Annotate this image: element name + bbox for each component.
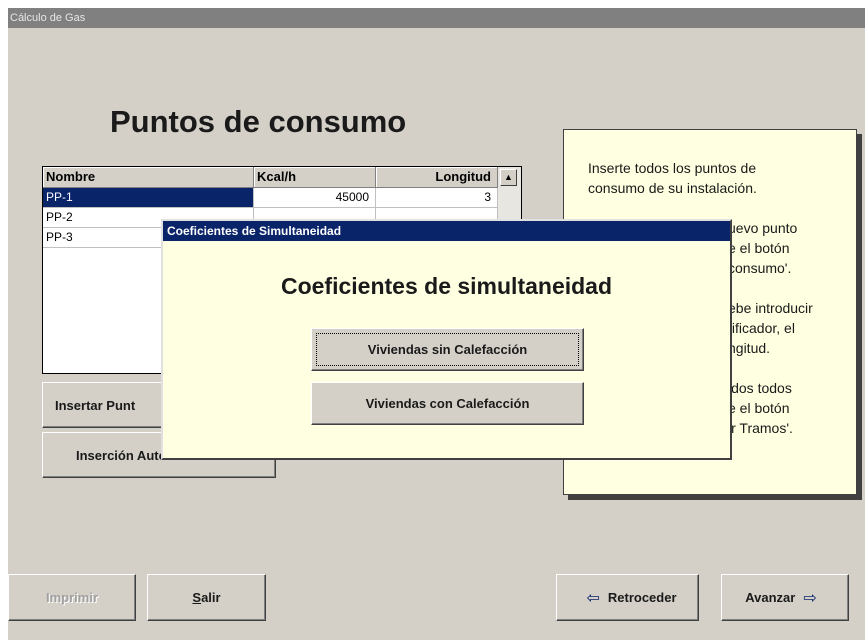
simultaneity-dialog: Coeficientes de Simultaneidad Coeficient… bbox=[161, 219, 732, 460]
viviendas-con-calefaccion-button[interactable]: Viviendas con Calefacción bbox=[311, 382, 584, 425]
app-window: Cálculo de Gas Puntos de consumo Nombre … bbox=[8, 8, 865, 640]
window-title: Cálculo de Gas bbox=[8, 8, 865, 28]
arrow-right-icon: ⇨ bbox=[803, 589, 817, 607]
back-button[interactable]: ⇦ Retroceder bbox=[556, 574, 699, 621]
arrow-up-icon[interactable]: ▲ bbox=[500, 169, 517, 186]
print-label: Imprimir bbox=[45, 590, 98, 605]
column-header-kcal[interactable]: Kcal/h bbox=[254, 167, 376, 188]
column-header-longitud[interactable]: Longitud bbox=[376, 167, 498, 188]
dialog-title: Coeficientes de Simultaneidad bbox=[163, 221, 730, 241]
column-header-nombre[interactable]: Nombre bbox=[43, 167, 254, 188]
page-title: Puntos de consumo bbox=[110, 104, 407, 139]
dialog-heading: Coeficientes de simultaneidad bbox=[280, 273, 613, 299]
exit-label: Salir bbox=[192, 590, 221, 605]
table-header: Nombre Kcal/h Longitud bbox=[43, 167, 498, 188]
insert-point-label: Insertar Punt bbox=[55, 397, 136, 413]
back-label: Retroceder bbox=[607, 590, 677, 605]
next-label: Avanzar bbox=[745, 590, 796, 605]
next-button[interactable]: Avanzar ⇨ bbox=[721, 574, 849, 621]
help-line: consumo de su instalación. bbox=[588, 180, 757, 196]
arrow-left-icon: ⇦ bbox=[586, 589, 600, 607]
viviendas-sin-calefaccion-label: Viviendas sin Calefacción bbox=[367, 342, 528, 357]
viviendas-con-calefaccion-label: Viviendas con Calefacción bbox=[365, 396, 530, 411]
help-line: Inserte todos los puntos de bbox=[588, 160, 757, 176]
cell-longitud[interactable]: 3 bbox=[376, 188, 498, 208]
cell-kcal[interactable]: 45000 bbox=[254, 188, 376, 208]
table-row[interactable]: PP-1 45000 3 bbox=[43, 188, 498, 208]
viviendas-sin-calefaccion-button[interactable]: Viviendas sin Calefacción bbox=[311, 328, 584, 371]
exit-button[interactable]: Salir bbox=[147, 574, 266, 621]
cell-nombre[interactable]: PP-1 bbox=[43, 188, 254, 208]
print-button[interactable]: Imprimir bbox=[8, 574, 136, 621]
